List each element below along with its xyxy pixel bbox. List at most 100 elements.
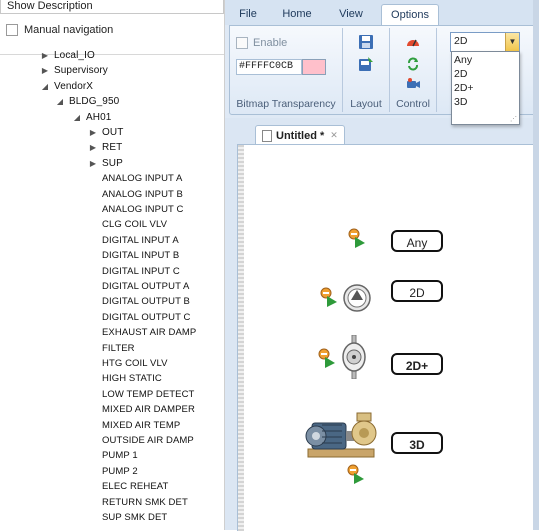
- show-description-field[interactable]: Show Description: [0, 0, 224, 14]
- tree-item-label: MIXED AIR DAMPER: [102, 404, 195, 416]
- collapsed-arrow-icon[interactable]: ▶: [88, 128, 98, 137]
- tree-point[interactable]: DIGITAL OUTPUT A: [102, 279, 189, 294]
- chevron-down-icon[interactable]: ▼: [505, 33, 519, 51]
- symbol-label-3d[interactable]: 3D: [391, 432, 443, 454]
- point-link-icon[interactable]: [346, 463, 366, 485]
- tree-point[interactable]: CLG COIL VLV: [102, 217, 167, 232]
- tree-node[interactable]: ◢ BLDG_950: [55, 94, 119, 109]
- vertical-ruler: [238, 145, 244, 531]
- expanded-arrow-icon[interactable]: ◢: [55, 97, 65, 106]
- window-edge: [533, 0, 539, 530]
- tree-point[interactable]: ELEC REHEAT: [102, 479, 168, 494]
- transparency-enable-checkbox[interactable]: [236, 37, 248, 49]
- fan-2d-icon[interactable]: [342, 283, 372, 313]
- tree-point[interactable]: HIGH STATIC: [102, 371, 162, 386]
- apply-layout-icon[interactable]: [358, 56, 374, 72]
- tree-point[interactable]: EXHAUST AIR DAMP: [102, 325, 196, 340]
- point-link-icon[interactable]: [347, 227, 367, 249]
- collapsed-arrow-icon[interactable]: ▶: [88, 159, 98, 168]
- collapsed-arrow-icon[interactable]: ▶: [88, 143, 98, 152]
- tab-home[interactable]: Home: [275, 4, 319, 25]
- tree-point[interactable]: FILTER: [102, 341, 135, 356]
- tree-point[interactable]: SUP SMK DET: [102, 510, 167, 525]
- tree-node[interactable]: ◢ VendorX: [40, 79, 93, 94]
- tree-node[interactable]: ▶ RET: [88, 140, 122, 155]
- tree-node[interactable]: ▶ Supervisory: [40, 63, 108, 78]
- collapsed-arrow-icon[interactable]: ▶: [40, 66, 50, 75]
- layout-label: Layout: [350, 98, 382, 110]
- ribbon-tab-bar: File Home View Options: [225, 0, 539, 26]
- tree-point[interactable]: PUMP 1: [102, 448, 138, 463]
- symbol-label-any[interactable]: Any: [391, 230, 443, 252]
- tree-item-label: OUTSIDE AIR DAMP: [102, 435, 194, 446]
- dimension-option-any[interactable]: Any: [454, 54, 472, 67]
- document-tab[interactable]: Untitled * ✕: [255, 125, 345, 145]
- tree-node[interactable]: ◢ AH01: [72, 110, 111, 125]
- dimension-option-3d[interactable]: 3D: [454, 96, 467, 109]
- expanded-arrow-icon[interactable]: ◢: [72, 113, 82, 122]
- tree-point[interactable]: DIGITAL INPUT B: [102, 248, 179, 263]
- collapsed-arrow-icon[interactable]: ▶: [40, 51, 50, 60]
- tree-item-label: DIGITAL INPUT C: [102, 265, 180, 277]
- drawing-canvas[interactable]: Any 2D 2D+ 3D: [237, 144, 539, 531]
- tree-node[interactable]: ▶ SUP: [88, 156, 123, 171]
- tree-point[interactable]: PUMP 2: [102, 464, 138, 479]
- dimension-option-2d[interactable]: 2D: [454, 68, 467, 81]
- point-link-icon[interactable]: [319, 286, 339, 308]
- expanded-arrow-icon[interactable]: ◢: [40, 82, 50, 91]
- document-area: Untitled * ✕ Any 2D 2D+ 3D: [225, 118, 539, 531]
- tree-item-label: ANALOG INPUT B: [102, 188, 183, 200]
- manual-navigation-checkbox[interactable]: [6, 24, 18, 36]
- tree-item-label: AH01: [86, 111, 112, 123]
- tree-point[interactable]: DIGITAL INPUT C: [102, 264, 180, 279]
- tree-item-label: Supervisory: [54, 65, 108, 77]
- tab-file[interactable]: File: [231, 4, 265, 25]
- tree-item-label: RETURN SMK DET: [102, 496, 188, 508]
- tree-item-label: HTG COIL VLV: [102, 358, 168, 369]
- tree-node[interactable]: ▶ Local_IO: [40, 48, 95, 63]
- transparency-color-field[interactable]: #FFFFC0CB: [236, 59, 302, 75]
- page-icon: [262, 129, 272, 142]
- tree-point[interactable]: RETURN SMK DET: [102, 495, 188, 510]
- dimension-option-2d-plus[interactable]: 2D+: [454, 82, 474, 95]
- pump-3d-icon[interactable]: [302, 405, 384, 469]
- tree-point[interactable]: OUTSIDE AIR DAMP: [102, 433, 194, 448]
- symbol-label-2d[interactable]: 2D: [391, 280, 443, 302]
- tree-node[interactable]: ▶ OUT: [88, 125, 123, 140]
- tree-item-label: SUP SMK DET: [102, 512, 168, 523]
- dimension-select[interactable]: 2D ▼: [450, 32, 520, 52]
- save-layout-icon[interactable]: [358, 34, 374, 50]
- tab-view[interactable]: View: [331, 4, 371, 25]
- tree-point[interactable]: ANALOG INPUT B: [102, 187, 183, 202]
- symbol-label-2d-plus[interactable]: 2D+: [391, 353, 443, 375]
- tree-point[interactable]: DIGITAL OUTPUT C: [102, 310, 191, 325]
- navigation-panel: Show Description Manual navigation ▶ Loca…: [0, 0, 225, 530]
- transparency-color-swatch[interactable]: [302, 59, 326, 75]
- tree-point[interactable]: DIGITAL OUTPUT B: [102, 294, 190, 309]
- tab-options[interactable]: Options: [381, 4, 439, 26]
- tree-point[interactable]: HTG COIL VLV: [102, 356, 168, 371]
- transparency-enable-option[interactable]: Enable: [236, 37, 287, 49]
- resize-grip-icon[interactable]: ⋰: [510, 115, 517, 123]
- camera-icon[interactable]: [405, 76, 421, 92]
- tree-point[interactable]: MIXED AIR DAMPER: [102, 402, 195, 417]
- speedometer-icon[interactable]: [405, 34, 421, 50]
- dimension-dropdown-list: Any 2D 2D+ 3D ⋰: [451, 51, 520, 125]
- tree-item-label: VendorX: [54, 80, 94, 92]
- fan-2d-plus-icon[interactable]: [341, 335, 367, 379]
- tree-item-label: CLG COIL VLV: [102, 219, 168, 231]
- manual-navigation-option[interactable]: Manual navigation: [6, 24, 113, 36]
- refresh-icon[interactable]: [405, 56, 421, 72]
- tree-point[interactable]: LOW TEMP DETECT: [102, 387, 194, 402]
- tree-item-label: PUMP 2: [102, 465, 138, 477]
- point-link-icon[interactable]: [317, 347, 337, 369]
- tree-item-label: BLDG_950: [69, 96, 120, 108]
- document-tab-title: Untitled *: [276, 129, 325, 142]
- close-icon[interactable]: ✕: [330, 130, 338, 141]
- tree-point[interactable]: DIGITAL INPUT A: [102, 233, 179, 248]
- tree-point[interactable]: ANALOG INPUT C: [102, 202, 183, 217]
- tree-point[interactable]: MIXED AIR TEMP: [102, 418, 180, 433]
- tree-point[interactable]: ANALOG INPUT A: [102, 171, 182, 186]
- bitmap-transparency-group: Enable #FFFFC0CB Bitmap Transparency: [230, 28, 343, 112]
- bitmap-transparency-label: Bitmap Transparency: [236, 98, 336, 110]
